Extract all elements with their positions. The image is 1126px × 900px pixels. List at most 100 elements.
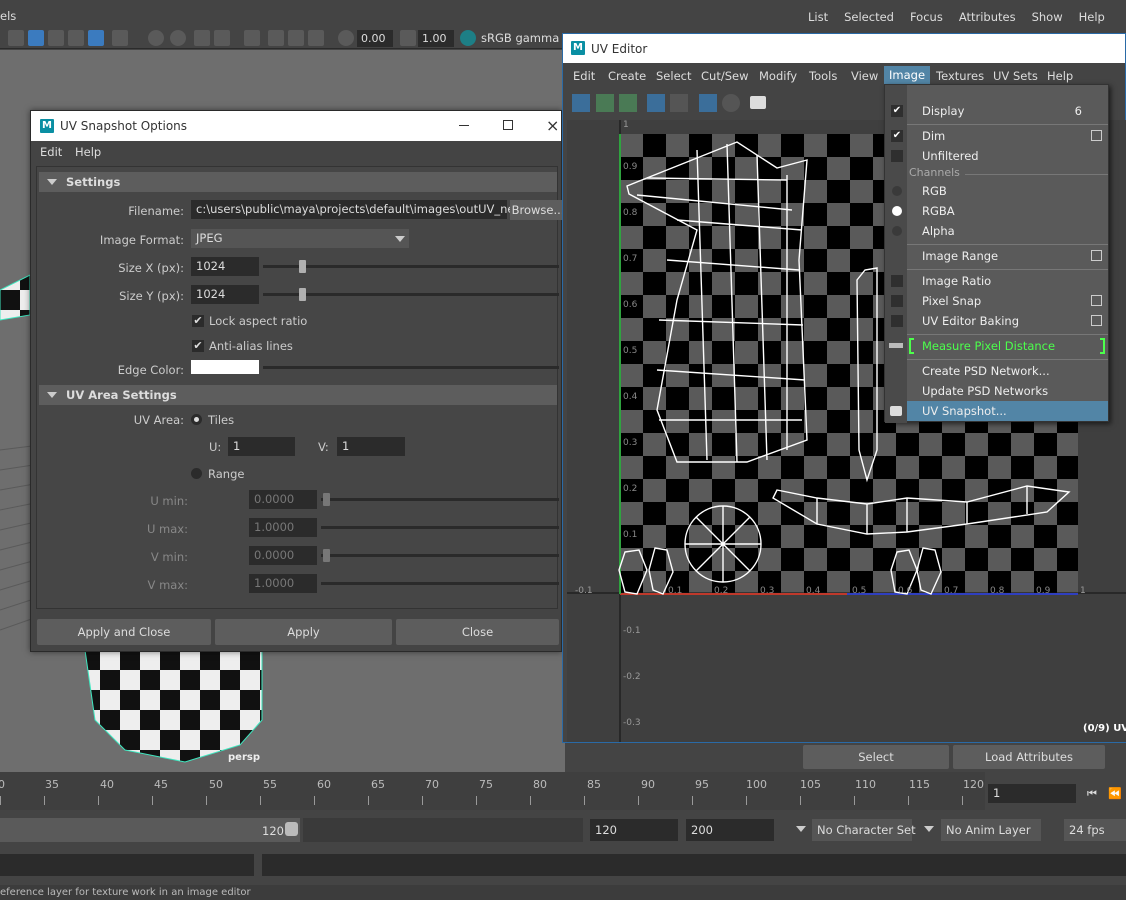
uv-grid-icon[interactable] bbox=[670, 94, 688, 112]
uv-checker-icon[interactable] bbox=[699, 94, 717, 112]
vmin-input[interactable]: 0.0000 bbox=[249, 546, 317, 565]
uv-menu-cutsew[interactable]: Cut/Sew bbox=[701, 69, 748, 83]
uv-editor-titlebar[interactable]: M UV Editor bbox=[563, 34, 1125, 63]
browse-button[interactable]: Browse... bbox=[510, 200, 566, 220]
tiles-radio[interactable] bbox=[191, 414, 202, 425]
range-radio[interactable] bbox=[191, 468, 202, 479]
go-to-start-icon[interactable]: ⏮ bbox=[1087, 787, 1097, 801]
range-slider[interactable] bbox=[0, 818, 300, 842]
camera-icon[interactable] bbox=[750, 96, 766, 109]
apply-button[interactable]: Apply bbox=[215, 619, 392, 645]
gamma-icon[interactable] bbox=[400, 30, 416, 46]
anim-layer-dropdown[interactable]: No Anim Layer bbox=[941, 819, 1041, 841]
vmax-slider[interactable] bbox=[321, 582, 559, 585]
uv-unfold-icon[interactable] bbox=[619, 94, 637, 112]
checker-icon[interactable] bbox=[88, 30, 104, 46]
size-x-slider-handle[interactable] bbox=[299, 260, 306, 273]
image-format-dropdown[interactable]: JPEG bbox=[191, 229, 409, 248]
vmax-input[interactable]: 1.0000 bbox=[249, 574, 317, 593]
menu-item-uv-snapshot[interactable]: UV Snapshot... bbox=[890, 401, 1108, 421]
vmin-slider[interactable] bbox=[321, 554, 559, 557]
step-back-icon[interactable]: ⏪ bbox=[1108, 787, 1122, 800]
light-icon[interactable] bbox=[112, 30, 128, 46]
vmin-slider-handle[interactable] bbox=[323, 549, 330, 562]
uv-menu-image[interactable]: Image bbox=[884, 66, 931, 85]
range-slider-handle[interactable] bbox=[285, 822, 298, 836]
isolate-icon[interactable] bbox=[244, 30, 260, 46]
antialias-checkbox[interactable]: ✔ bbox=[192, 340, 204, 352]
xray-joints-icon[interactable] bbox=[288, 30, 304, 46]
uv-menu-create[interactable]: Create bbox=[608, 69, 646, 83]
umax-slider[interactable] bbox=[321, 526, 559, 529]
uv-menu-uvsets[interactable]: UV Sets bbox=[993, 69, 1038, 83]
maximize-icon[interactable] bbox=[503, 120, 513, 130]
edge-color-swatch[interactable] bbox=[191, 360, 259, 374]
xray-icon[interactable] bbox=[268, 30, 284, 46]
menu-list[interactable]: List bbox=[800, 6, 836, 28]
load-attributes-button[interactable]: Load Attributes bbox=[953, 745, 1105, 769]
uv-shell-icon[interactable] bbox=[572, 94, 590, 112]
menu-item-image-range[interactable]: Image Range bbox=[885, 246, 1108, 266]
current-frame-input[interactable]: 1 bbox=[988, 784, 1076, 803]
filename-input[interactable]: c:\users\public\maya\projects\default\im… bbox=[191, 200, 524, 219]
menu-item-unfiltered[interactable]: Unfiltered bbox=[885, 146, 1108, 166]
size-y-input[interactable]: 1024 bbox=[191, 285, 259, 304]
chevron-down-icon[interactable] bbox=[796, 826, 806, 832]
menu-item-uv-editor-baking[interactable]: UV Editor Baking bbox=[885, 311, 1108, 331]
character-set-dropdown[interactable]: No Character Set bbox=[812, 819, 916, 841]
menu-show[interactable]: Show bbox=[1024, 6, 1071, 28]
dialog-menu-help[interactable]: Help bbox=[75, 145, 101, 159]
option-box-icon[interactable] bbox=[1091, 295, 1102, 306]
menu-item-image-ratio[interactable]: Image Ratio bbox=[885, 271, 1108, 291]
uv-menu-select[interactable]: Select bbox=[656, 69, 691, 83]
dialog-titlebar[interactable]: M UV Snapshot Options × bbox=[31, 111, 561, 141]
umin-slider-handle[interactable] bbox=[323, 493, 330, 506]
gamma-field[interactable]: 1.00 bbox=[418, 30, 454, 47]
apply-and-close-button[interactable]: Apply and Close bbox=[37, 619, 211, 645]
size-x-slider[interactable] bbox=[263, 265, 559, 268]
fps-dropdown[interactable]: 24 fps bbox=[1064, 819, 1126, 841]
exposure-icon[interactable] bbox=[338, 30, 354, 46]
mel-input[interactable] bbox=[0, 854, 254, 876]
v-input[interactable]: 1 bbox=[337, 437, 405, 456]
minimize-icon[interactable] bbox=[459, 125, 469, 126]
close-button[interactable]: Close bbox=[396, 619, 559, 645]
motion-blur-icon[interactable] bbox=[194, 30, 210, 46]
animation-end-input[interactable]: 200 bbox=[686, 819, 774, 841]
chevron-down-icon[interactable] bbox=[924, 826, 934, 832]
menu-attributes[interactable]: Attributes bbox=[951, 6, 1024, 28]
menu-item-create-psd-network[interactable]: Create PSD Network... bbox=[885, 361, 1108, 381]
dialog-menu-edit[interactable]: Edit bbox=[40, 145, 62, 159]
uv-menu-modify[interactable]: Modify bbox=[759, 69, 797, 83]
texture-cube-icon[interactable] bbox=[48, 30, 64, 46]
menu-item-alpha[interactable]: Alpha bbox=[885, 221, 1108, 241]
uv-frame-icon[interactable] bbox=[647, 94, 665, 112]
option-box-icon[interactable] bbox=[1091, 250, 1102, 261]
color-management-icon[interactable] bbox=[460, 30, 476, 46]
uv-menu-view[interactable]: View bbox=[851, 69, 878, 83]
select-button[interactable]: Select bbox=[803, 745, 949, 769]
uv-area-section-header[interactable]: UV Area Settings bbox=[39, 385, 557, 405]
menu-item-rgb[interactable]: RGB bbox=[885, 181, 1108, 201]
umin-slider[interactable] bbox=[321, 498, 559, 501]
exposure-field[interactable]: 0.00 bbox=[357, 30, 393, 47]
menu-focus[interactable]: Focus bbox=[902, 6, 951, 28]
wireframe-icon[interactable] bbox=[8, 30, 24, 46]
uv-menu-help[interactable]: Help bbox=[1047, 69, 1073, 83]
grid-icon[interactable] bbox=[308, 30, 324, 46]
umin-input[interactable]: 0.0000 bbox=[249, 490, 317, 509]
shadow-sphere-icon[interactable] bbox=[148, 30, 164, 46]
aa-icon[interactable] bbox=[214, 30, 230, 46]
menu-help[interactable]: Help bbox=[1071, 6, 1113, 28]
menu-item-dim[interactable]: ✔ Dim bbox=[885, 126, 1108, 146]
option-box-icon[interactable] bbox=[1091, 315, 1102, 326]
time-slider[interactable]: 0 35 40 45 50 55 60 65 70 75 80 85 90 95… bbox=[0, 772, 1126, 810]
size-y-slider-handle[interactable] bbox=[299, 288, 306, 301]
menu-item-measure-pixel-distance[interactable]: Measure Pixel Distance bbox=[885, 336, 1108, 356]
option-box-icon[interactable] bbox=[1091, 130, 1102, 141]
uv-layout-icon[interactable] bbox=[596, 94, 614, 112]
menu-item-pixel-snap[interactable]: Pixel Snap bbox=[885, 291, 1108, 311]
colorspace-label[interactable]: sRGB gamma bbox=[481, 31, 559, 45]
close-icon[interactable]: × bbox=[546, 111, 559, 141]
uv-menu-tools[interactable]: Tools bbox=[809, 69, 837, 83]
